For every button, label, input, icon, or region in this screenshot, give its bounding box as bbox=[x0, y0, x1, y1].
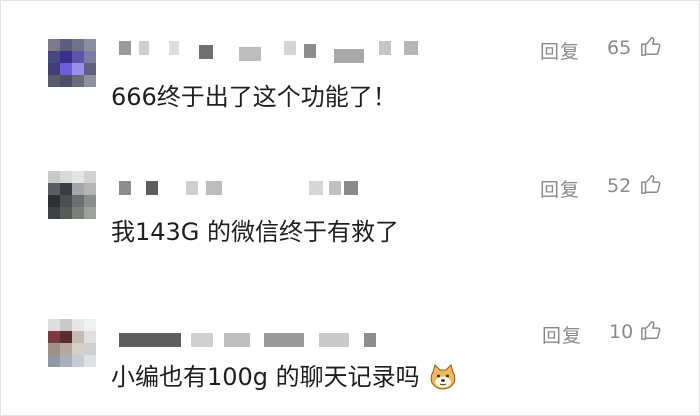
reply-button[interactable]: 回复 bbox=[540, 37, 580, 64]
user-avatar[interactable] bbox=[48, 319, 96, 367]
comment-item: 回复 10 小编也有100g 的聊天记录吗 bbox=[1, 271, 700, 401]
comment-item: 回复 65 666终于出了这个功能了！ bbox=[1, 1, 700, 131]
comment-text-content: 小编也有100g 的聊天记录吗 bbox=[111, 363, 420, 391]
comment-text: 小编也有100g 的聊天记录吗 bbox=[111, 357, 457, 392]
like-count: 10 bbox=[609, 321, 634, 343]
like-count: 65 bbox=[607, 37, 632, 59]
doge-emoji-icon bbox=[431, 364, 456, 390]
comment-text: 666终于出了这个功能了！ bbox=[111, 83, 397, 111]
username-blurred[interactable] bbox=[114, 181, 394, 205]
thumbs-up-icon[interactable] bbox=[640, 35, 662, 57]
comment-item: 回复 52 我143G 的微信终于有救了 bbox=[1, 131, 700, 261]
comment-list: 回复 65 666终于出了这个功能了！ 回复 52 我143G 的微信终于有救了… bbox=[0, 0, 700, 416]
like-count: 52 bbox=[607, 175, 632, 197]
user-avatar[interactable] bbox=[48, 39, 96, 87]
thumbs-up-icon[interactable] bbox=[640, 173, 662, 195]
comment-text: 我143G 的微信终于有救了 bbox=[111, 218, 400, 246]
username-blurred[interactable] bbox=[114, 41, 434, 65]
reply-button[interactable]: 回复 bbox=[540, 175, 580, 202]
reply-button[interactable]: 回复 bbox=[542, 321, 582, 348]
thumbs-up-icon[interactable] bbox=[640, 319, 662, 341]
username-blurred[interactable] bbox=[114, 333, 414, 357]
user-avatar[interactable] bbox=[48, 171, 96, 219]
